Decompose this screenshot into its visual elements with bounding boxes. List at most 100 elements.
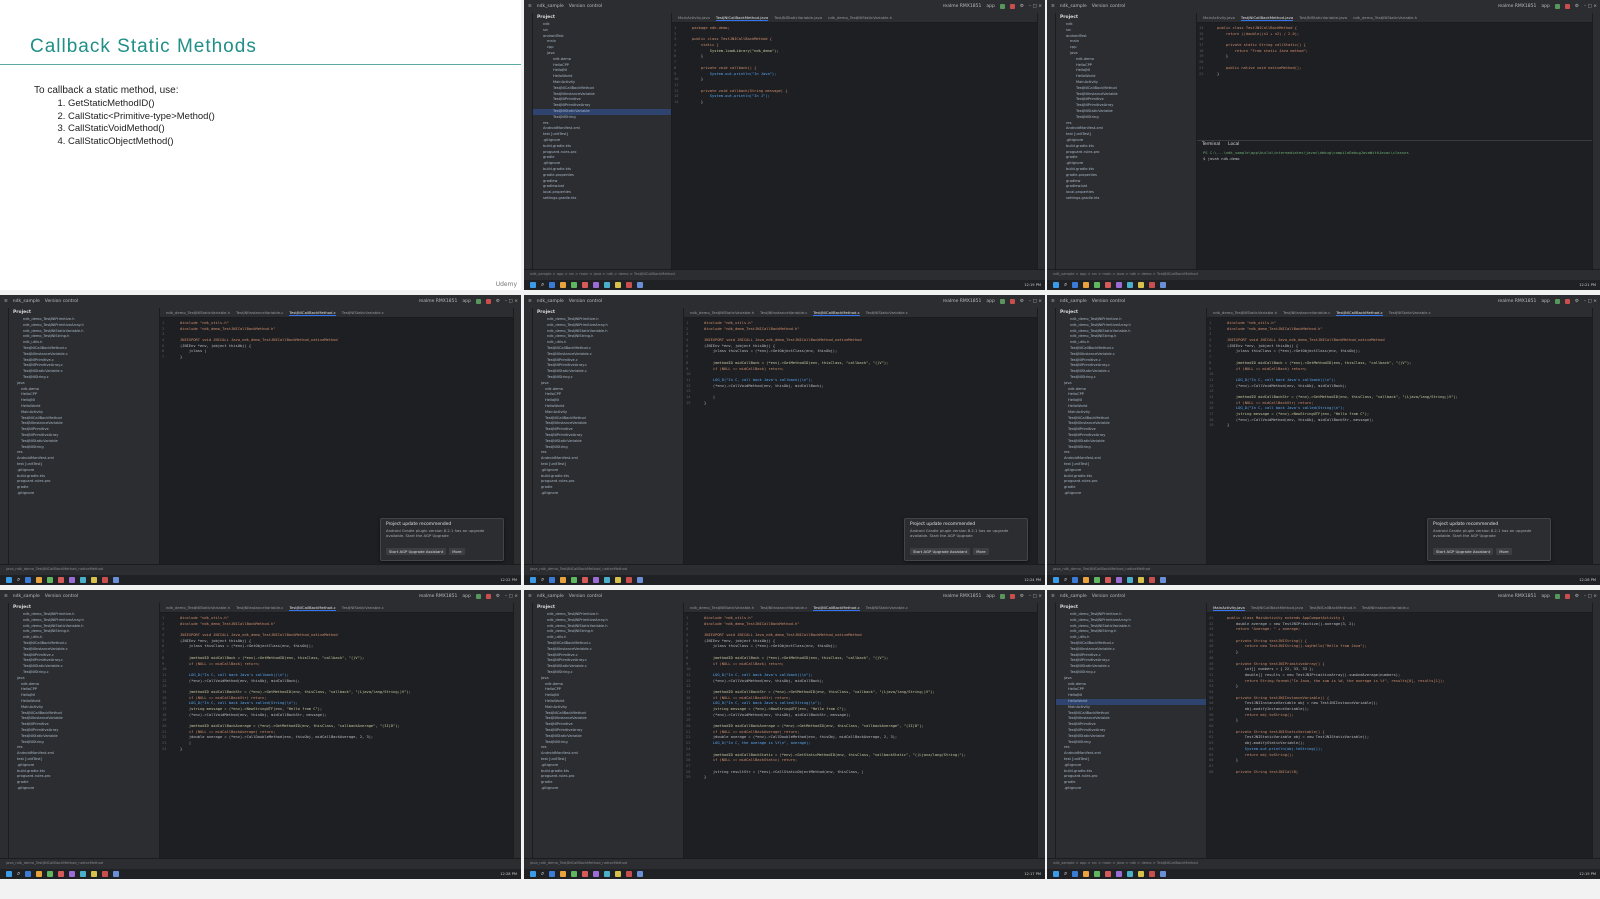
taskbar-app-icon[interactable] bbox=[1072, 282, 1079, 288]
menu-icon[interactable]: ≡ bbox=[4, 594, 8, 599]
start-agp-upgrade-button[interactable]: Start AGP Upgrade Assistant bbox=[1433, 548, 1494, 555]
taskbar-app-icon[interactable] bbox=[1116, 871, 1123, 877]
taskbar-app-icon[interactable] bbox=[593, 282, 600, 288]
window-controls[interactable]: – □ × bbox=[1029, 299, 1042, 304]
taskbar-app-icon[interactable] bbox=[615, 577, 622, 583]
project-name[interactable]: ndk_sample bbox=[537, 594, 564, 599]
taskbar-app-icon[interactable] bbox=[1138, 282, 1145, 288]
version-control-menu[interactable]: Version control bbox=[1092, 299, 1126, 304]
taskbar-app-icon[interactable] bbox=[571, 282, 578, 288]
editor-tab[interactable]: TestJNIInstanceVariable.c bbox=[236, 310, 283, 315]
project-tree-item[interactable]: settings.gradle.kts bbox=[533, 196, 671, 202]
taskbar-app-icon[interactable] bbox=[1094, 282, 1101, 288]
taskbar-app-icon[interactable] bbox=[1072, 871, 1079, 877]
taskbar-search-icon[interactable]: ⌕ bbox=[1064, 576, 1067, 584]
taskbar-app-icon[interactable] bbox=[1160, 282, 1167, 288]
taskbar-app-icon[interactable] bbox=[582, 577, 589, 583]
taskbar-app-icon[interactable] bbox=[113, 871, 120, 877]
taskbar-app-icon[interactable] bbox=[1072, 577, 1079, 583]
start-icon[interactable] bbox=[530, 577, 536, 583]
editor-tab[interactable]: TestJNICallBackMethod.java bbox=[715, 15, 769, 21]
device-selector[interactable]: realme RMX1851 bbox=[1498, 4, 1537, 9]
taskbar-app-icon[interactable] bbox=[1116, 282, 1123, 288]
taskbar-search-icon[interactable]: ⌕ bbox=[541, 576, 544, 584]
terminal-tab[interactable]: Terminal bbox=[1202, 142, 1220, 149]
editor-tab[interactable]: TestJNIInstanceVariable.c bbox=[760, 605, 807, 610]
editor-tab[interactable]: TestJNIStaticVariable.c bbox=[866, 605, 908, 610]
project-tree-item[interactable]: .gitignore bbox=[9, 786, 159, 792]
project-name[interactable]: ndk_sample bbox=[1060, 4, 1087, 9]
editor-tab[interactable]: TestJNIStaticVariable.java bbox=[774, 15, 822, 20]
window-controls[interactable]: – □ × bbox=[505, 594, 518, 599]
settings-icon[interactable]: ⚙ bbox=[1575, 4, 1579, 9]
project-tree-item[interactable]: .gitignore bbox=[9, 491, 159, 497]
version-control-menu[interactable]: Version control bbox=[45, 594, 79, 599]
taskbar-search-icon[interactable]: ⌕ bbox=[17, 870, 20, 878]
code-line[interactable]: 14 } bbox=[672, 100, 1037, 106]
taskbar-app-icon[interactable] bbox=[58, 577, 65, 583]
project-tree-item[interactable]: .gitignore bbox=[1056, 786, 1206, 792]
settings-icon[interactable]: ⚙ bbox=[496, 299, 500, 304]
stop-icon[interactable] bbox=[1009, 594, 1015, 599]
project-name[interactable]: ndk_sample bbox=[13, 594, 40, 599]
taskbar-app-icon[interactable] bbox=[582, 282, 589, 288]
taskbar-app-icon[interactable] bbox=[571, 871, 578, 877]
taskbar-app-icon[interactable] bbox=[102, 577, 109, 583]
taskbar-app-icon[interactable] bbox=[36, 577, 43, 583]
menu-icon[interactable]: ≡ bbox=[528, 299, 532, 304]
stop-icon[interactable] bbox=[485, 594, 491, 599]
taskbar-app-icon[interactable] bbox=[593, 577, 600, 583]
taskbar-app-icon[interactable] bbox=[626, 871, 633, 877]
editor-tab[interactable]: TestJNIInstanceVariable.c bbox=[236, 605, 283, 610]
version-control-menu[interactable]: Version control bbox=[569, 299, 603, 304]
taskbar-app-icon[interactable] bbox=[1083, 577, 1090, 583]
settings-icon[interactable]: ⚙ bbox=[1020, 4, 1024, 9]
taskbar-app-icon[interactable] bbox=[113, 577, 120, 583]
code-line[interactable]: 29} bbox=[684, 775, 1037, 781]
run-config-selector[interactable]: app bbox=[986, 594, 994, 599]
taskbar-app-icon[interactable] bbox=[25, 871, 32, 877]
editor-tab[interactable]: ndk_demo_TestJNIStaticVariable.h bbox=[690, 605, 754, 610]
taskbar-app-icon[interactable] bbox=[36, 871, 43, 877]
editor-tab[interactable]: TestJNICallBackMethod.c bbox=[289, 310, 336, 316]
editor-tab[interactable]: TestJNICallBackMethod.c bbox=[1336, 310, 1383, 316]
taskbar-app-icon[interactable] bbox=[1160, 871, 1167, 877]
taskbar-app-icon[interactable] bbox=[1105, 871, 1112, 877]
start-icon[interactable] bbox=[1053, 282, 1059, 288]
taskbar-search-icon[interactable]: ⌕ bbox=[1064, 870, 1067, 878]
project-name[interactable]: ndk_sample bbox=[537, 299, 564, 304]
run-config-selector[interactable]: app bbox=[1541, 594, 1549, 599]
run-icon[interactable] bbox=[1554, 4, 1560, 9]
project-name[interactable]: ndk_sample bbox=[13, 299, 40, 304]
taskbar-app-icon[interactable] bbox=[91, 577, 98, 583]
taskbar-app-icon[interactable] bbox=[549, 871, 556, 877]
settings-icon[interactable]: ⚙ bbox=[1575, 594, 1579, 599]
taskbar-app-icon[interactable] bbox=[1138, 871, 1145, 877]
taskbar-app-icon[interactable] bbox=[637, 577, 644, 583]
editor-tab[interactable]: ndk_demo_TestJNIStaticVariable.h bbox=[828, 15, 892, 20]
version-control-menu[interactable]: Version control bbox=[45, 299, 79, 304]
start-icon[interactable] bbox=[6, 871, 12, 877]
editor-tab[interactable]: MainActivity.java bbox=[1213, 605, 1245, 611]
taskbar-app-icon[interactable] bbox=[1083, 871, 1090, 877]
run-config-selector[interactable]: app bbox=[986, 4, 994, 9]
project-tree-item[interactable]: .gitignore bbox=[1056, 491, 1206, 497]
settings-icon[interactable]: ⚙ bbox=[1020, 299, 1024, 304]
taskbar-app-icon[interactable] bbox=[1094, 577, 1101, 583]
run-config-selector[interactable]: app bbox=[1541, 4, 1549, 9]
settings-icon[interactable]: ⚙ bbox=[1020, 594, 1024, 599]
taskbar-app-icon[interactable] bbox=[582, 871, 589, 877]
editor-tab[interactable]: TestJNIStaticVariable.java bbox=[1299, 15, 1347, 20]
taskbar-app-icon[interactable] bbox=[80, 871, 87, 877]
version-control-menu[interactable]: Version control bbox=[569, 594, 603, 599]
taskbar-app-icon[interactable] bbox=[47, 871, 54, 877]
taskbar-app-icon[interactable] bbox=[1138, 577, 1145, 583]
taskbar-app-icon[interactable] bbox=[604, 282, 611, 288]
code-line[interactable]: 19} bbox=[1207, 423, 1592, 429]
taskbar-app-icon[interactable] bbox=[1083, 282, 1090, 288]
editor-tab[interactable]: TestJNICallBackMethod.h bbox=[1309, 605, 1356, 610]
start-icon[interactable] bbox=[6, 577, 12, 583]
stop-icon[interactable] bbox=[1564, 4, 1570, 9]
taskbar-app-icon[interactable] bbox=[69, 577, 76, 583]
run-icon[interactable] bbox=[999, 4, 1005, 9]
